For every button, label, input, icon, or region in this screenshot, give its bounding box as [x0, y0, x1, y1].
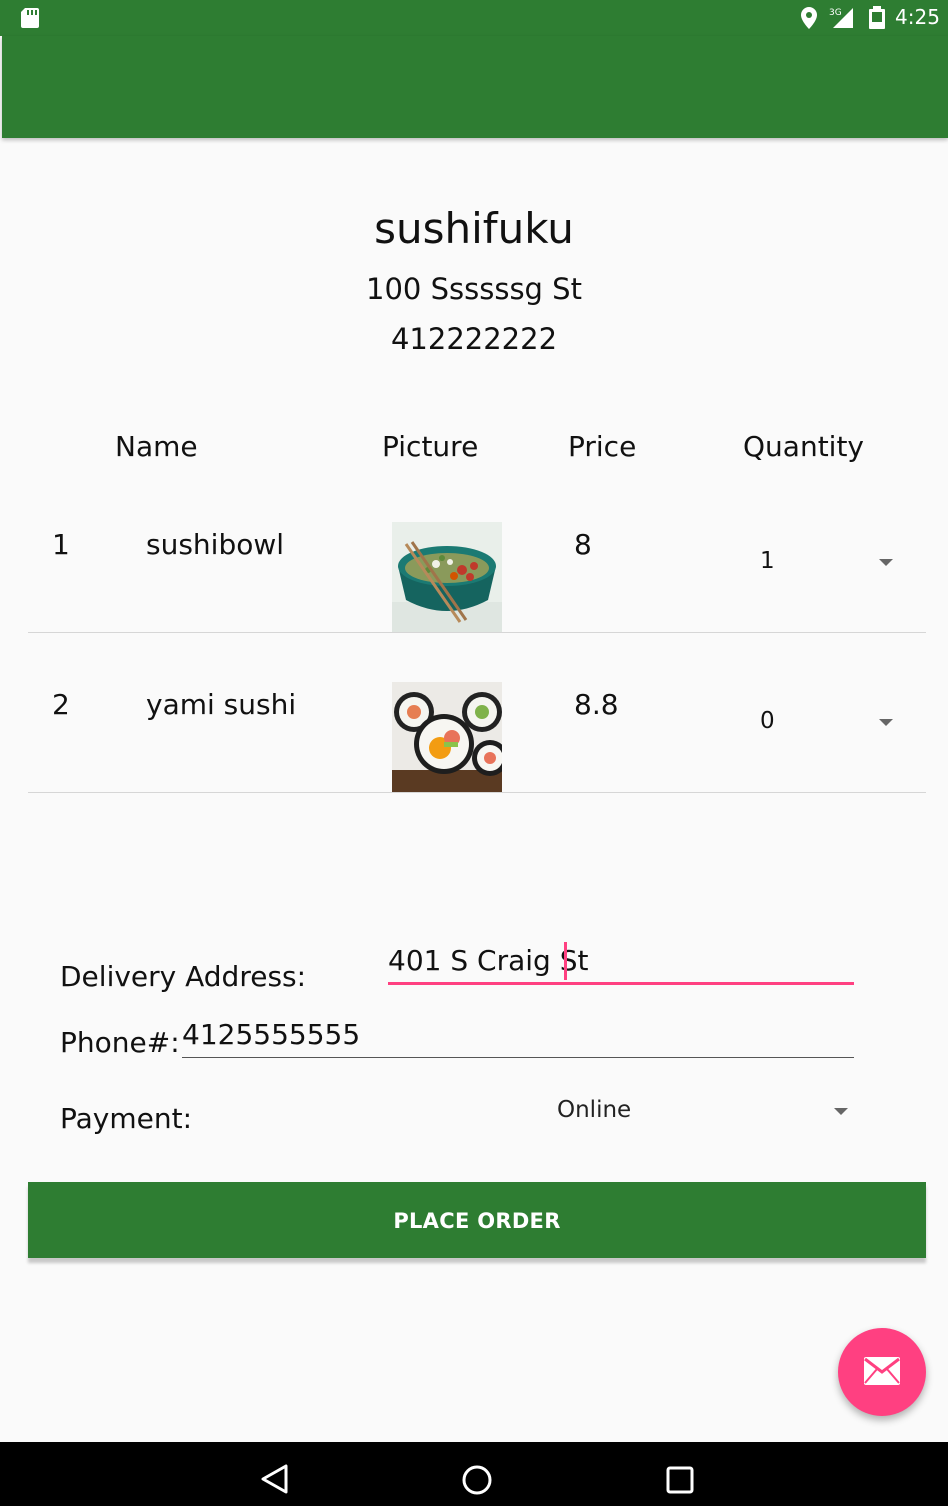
delivery-address-input[interactable]: 401 S Craig St [388, 936, 854, 986]
email-icon [864, 1357, 900, 1385]
item-price: 8.8 [574, 688, 619, 721]
payment-label: Payment: [60, 1102, 193, 1135]
sushi-roll-photo [392, 682, 502, 792]
dropdown-arrow-icon [879, 559, 893, 566]
restaurant-phone: 412222222 [390, 322, 558, 356]
sd-card-icon [21, 8, 39, 28]
navigation-bar [0, 1442, 948, 1506]
item-name: yami sushi [146, 688, 297, 721]
address-underline [388, 982, 854, 985]
sushi-bowl-photo [392, 522, 502, 632]
row-index: 1 [52, 528, 70, 561]
recents-icon[interactable] [666, 1466, 694, 1494]
delivery-address-label: Delivery Address: [60, 960, 307, 993]
phone-label: Phone#: [60, 1026, 180, 1059]
column-header-name: Name [115, 430, 198, 463]
quantity-value: 0 [760, 708, 775, 734]
place-order-button[interactable]: PLACE ORDER [28, 1182, 926, 1258]
network-type-label: 3G [829, 8, 842, 18]
status-time: 4:25 [895, 5, 940, 29]
column-header-picture: Picture [382, 430, 479, 463]
delivery-address-value: 401 S Craig St [388, 944, 589, 977]
row-divider [28, 632, 926, 633]
phone-input[interactable]: 4125555555 [182, 1010, 854, 1058]
battery-icon [869, 6, 885, 29]
phone-value: 4125555555 [182, 1018, 361, 1051]
column-header-price: Price [568, 430, 637, 463]
dropdown-arrow-icon [834, 1108, 848, 1115]
restaurant-name: sushifuku [374, 204, 574, 253]
row-index: 2 [52, 688, 70, 721]
dropdown-arrow-icon [879, 719, 893, 726]
column-header-quantity: Quantity [743, 430, 864, 463]
quantity-value: 1 [760, 548, 775, 574]
location-icon [801, 7, 817, 29]
quantity-dropdown[interactable]: 1 [744, 540, 904, 584]
item-price: 8 [574, 528, 592, 561]
home-icon[interactable] [461, 1464, 493, 1496]
phone-underline [182, 1057, 854, 1058]
app-bar [2, 36, 948, 138]
quantity-dropdown[interactable]: 0 [744, 700, 904, 744]
restaurant-address: 100 Ssssssg St [366, 272, 582, 306]
status-bar: 3G 4:25 [0, 0, 948, 36]
signal-icon: 3G [829, 8, 853, 28]
email-fab-button[interactable] [838, 1328, 926, 1416]
back-icon[interactable] [260, 1464, 290, 1494]
row-divider [28, 792, 926, 793]
text-cursor [564, 942, 567, 980]
item-name: sushibowl [146, 528, 285, 561]
payment-value: Online [557, 1097, 632, 1123]
